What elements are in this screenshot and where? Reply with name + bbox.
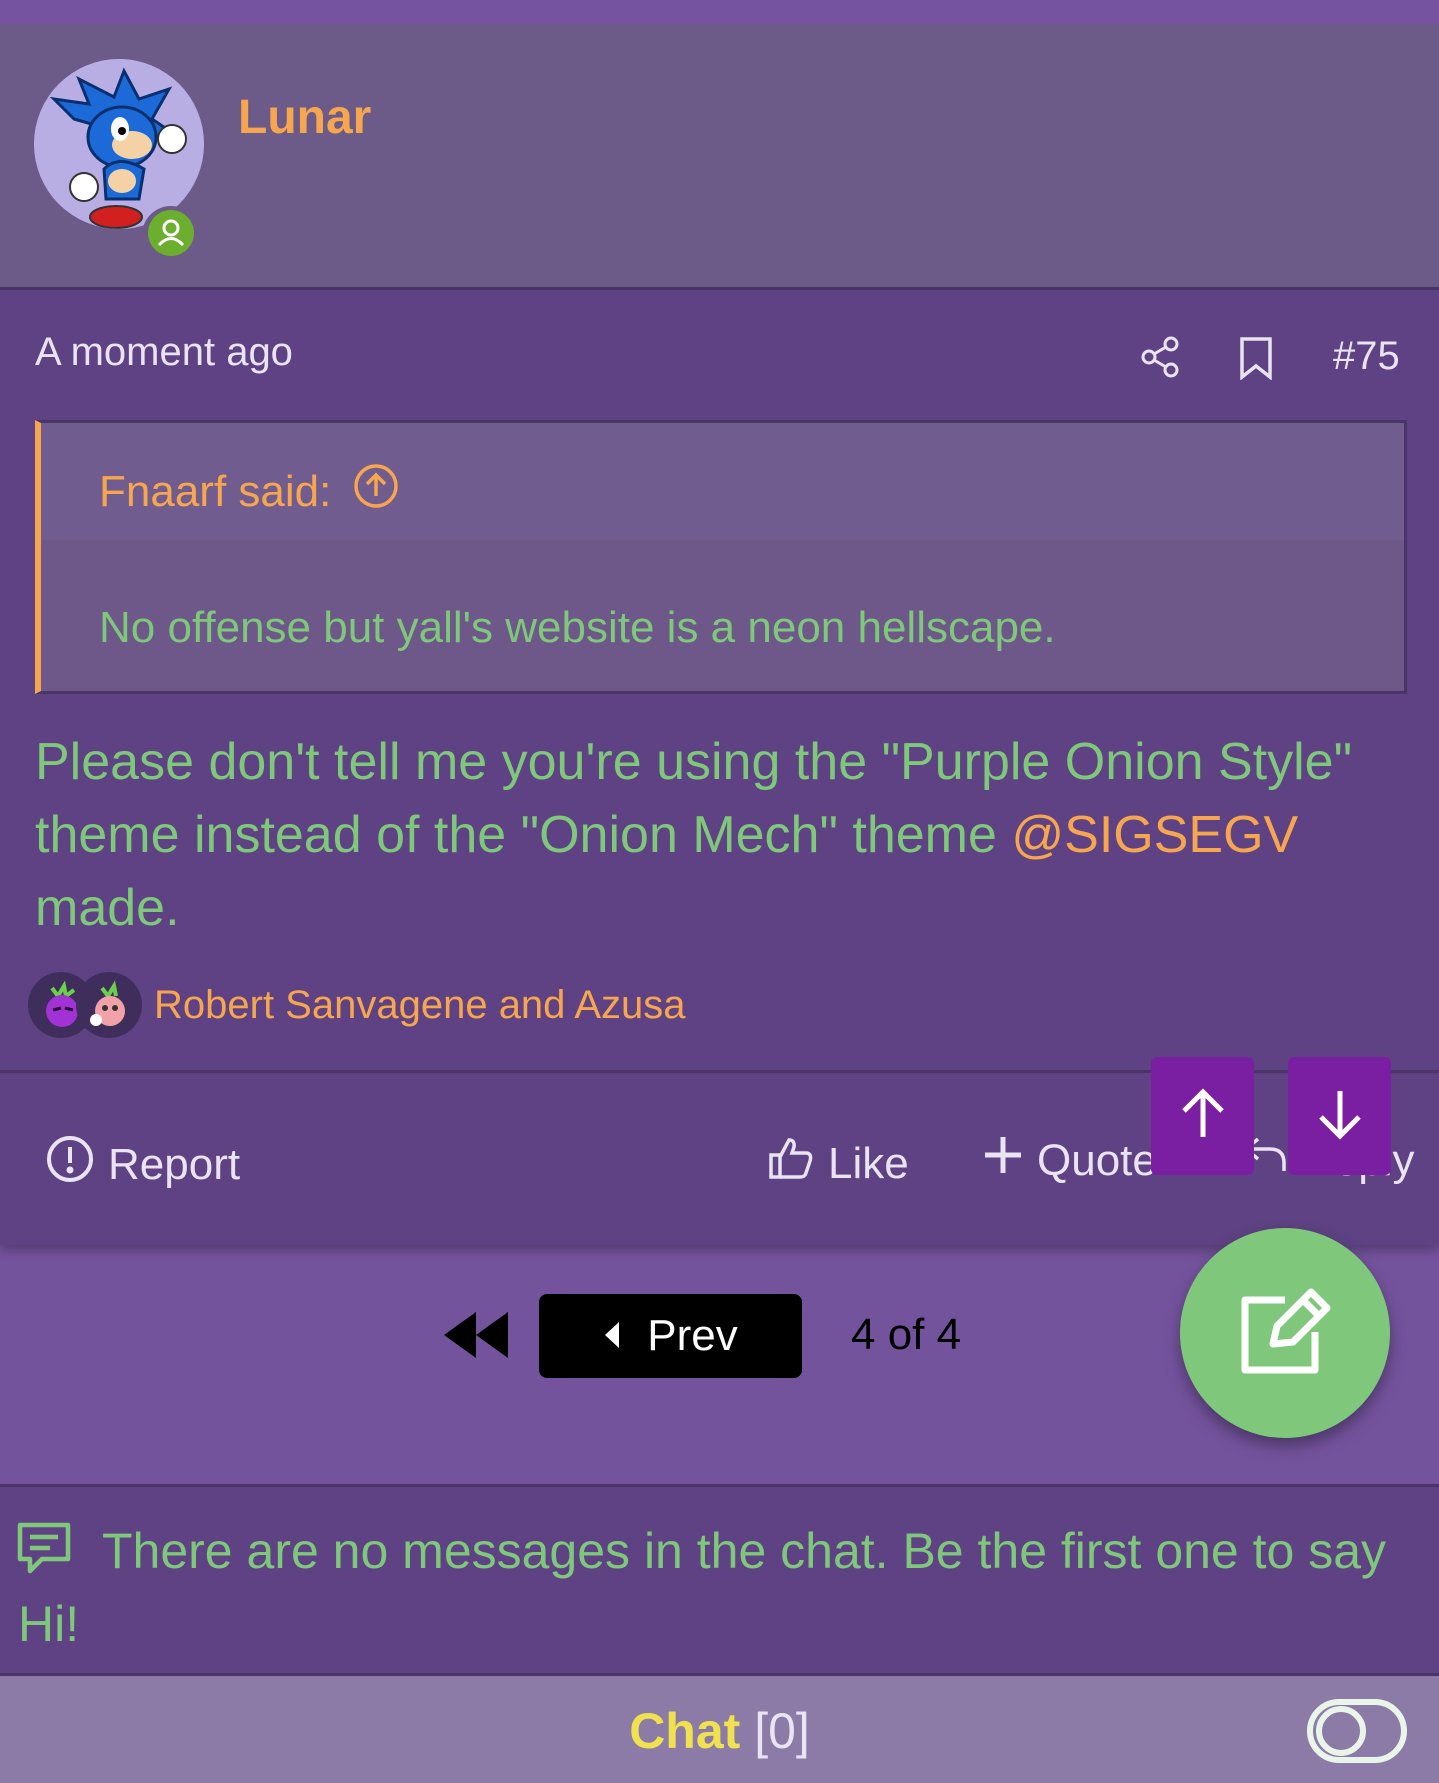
- arrow-up-icon: [1178, 1087, 1228, 1146]
- like-label: Like: [828, 1138, 909, 1188]
- scroll-up-button[interactable]: [1151, 1057, 1254, 1175]
- reactor-avatar: [76, 972, 142, 1038]
- prev-label: Prev: [647, 1311, 738, 1360]
- alert-circle-icon: [46, 1135, 94, 1194]
- chat-count: [0]: [754, 1703, 810, 1759]
- quote-label: Quote: [1037, 1135, 1157, 1185]
- prev-page-button[interactable]: Prev: [539, 1294, 802, 1378]
- scroll-down-button[interactable]: [1288, 1057, 1391, 1175]
- user-avatar[interactable]: [34, 59, 204, 229]
- bookmark-icon[interactable]: [1238, 336, 1274, 385]
- quote-author[interactable]: Fnaarf said:: [99, 467, 331, 517]
- username[interactable]: Lunar: [238, 90, 371, 145]
- top-strip: [0, 0, 1439, 24]
- chat-empty-message: There are no messages in the chat. Be th…: [18, 1523, 1387, 1652]
- post-body: Please don't tell me you're using the "P…: [35, 726, 1405, 945]
- post-body-text-2: made.: [35, 879, 180, 937]
- like-button[interactable]: Like: [768, 1135, 909, 1192]
- post-timestamp[interactable]: A moment ago: [35, 330, 293, 375]
- share-icon[interactable]: [1140, 336, 1180, 383]
- user-header: Lunar: [0, 24, 1439, 290]
- online-status-badge: [142, 206, 200, 264]
- chat-title[interactable]: Chat [0]: [0, 1702, 1439, 1760]
- quote-block: Fnaarf said: No offense but yall's websi…: [35, 420, 1407, 694]
- user-online-icon: [148, 209, 194, 261]
- arrow-down-icon: [1315, 1087, 1365, 1146]
- chat-panel: There are no messages in the chat. Be th…: [0, 1484, 1439, 1676]
- post-number[interactable]: #75: [1333, 334, 1400, 379]
- thumbs-up-icon: [768, 1135, 814, 1192]
- reactions[interactable]: Robert Sanvagene and Azusa: [28, 972, 686, 1038]
- caret-left-icon: [603, 1311, 621, 1361]
- edit-icon: [1237, 1286, 1333, 1381]
- quote-button[interactable]: Quote: [983, 1135, 1157, 1186]
- reaction-names[interactable]: Robert Sanvagene and Azusa: [154, 983, 686, 1028]
- report-button[interactable]: Report: [46, 1135, 240, 1194]
- page-indicator[interactable]: 4 of 4: [851, 1310, 961, 1360]
- quote-text: No offense but yall's website is a neon …: [99, 603, 1056, 652]
- compose-button[interactable]: [1180, 1228, 1390, 1438]
- quote-header: Fnaarf said:: [99, 463, 399, 520]
- chat-bar[interactable]: Chat [0]: [0, 1676, 1439, 1783]
- toggle-icon[interactable]: [1306, 1698, 1408, 1769]
- report-label: Report: [108, 1139, 241, 1189]
- plus-icon: [983, 1135, 1023, 1186]
- first-page-icon[interactable]: [442, 1310, 510, 1365]
- user-mention[interactable]: @SIGSEGV: [1011, 806, 1298, 864]
- chat-label: Chat: [629, 1703, 741, 1759]
- arrow-up-circle-icon[interactable]: [353, 463, 399, 520]
